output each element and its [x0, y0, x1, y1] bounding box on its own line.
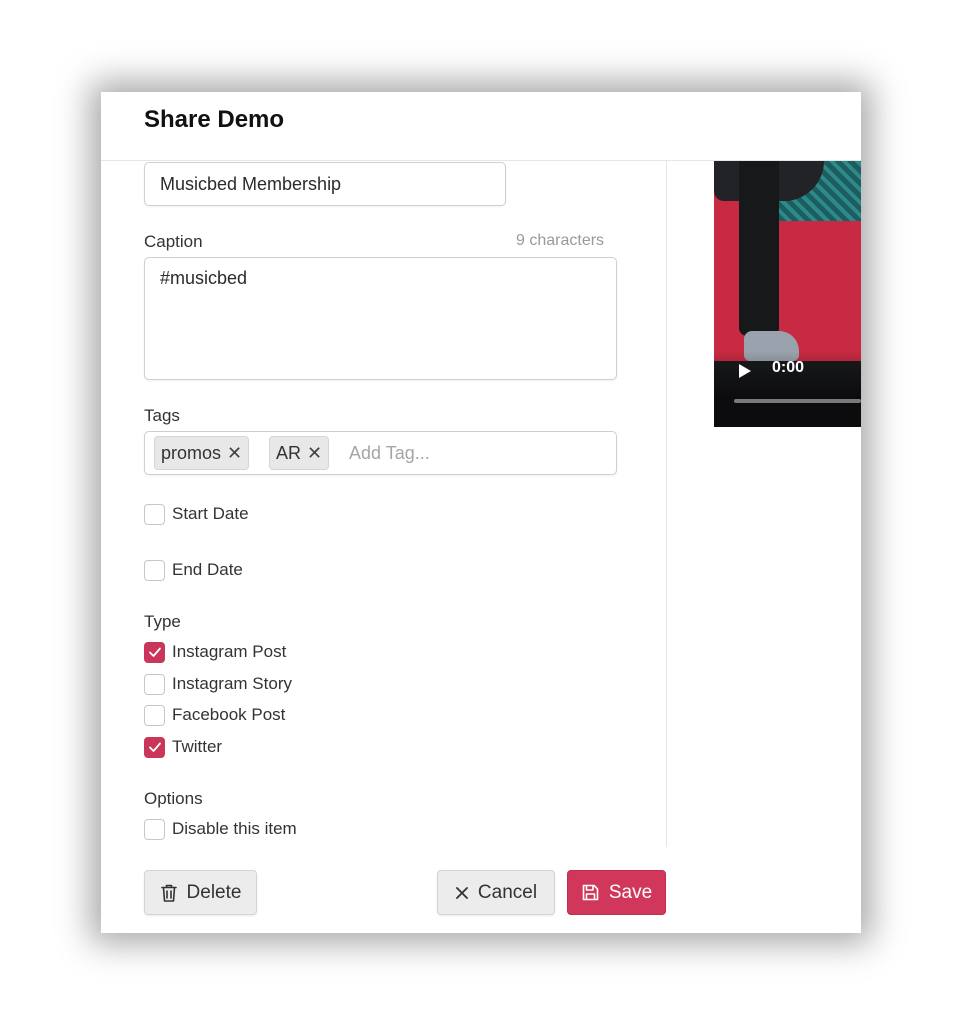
instagram-story-label: Instagram Story [172, 674, 292, 693]
tag-chip-label: AR [276, 443, 302, 463]
video-preview[interactable]: 0:00 [714, 161, 861, 427]
delete-button[interactable]: Delete [144, 870, 257, 915]
type-label: Type [144, 612, 181, 631]
end-date-label: End Date [172, 560, 243, 579]
facebook-post-label: Facebook Post [172, 705, 286, 724]
close-icon [455, 886, 469, 900]
column-divider [666, 161, 667, 847]
checkmark-icon [148, 647, 161, 657]
tags-label: Tags [144, 406, 180, 425]
tag-chip-label: promos [161, 443, 222, 463]
options-label: Options [144, 789, 203, 808]
start-date-option[interactable]: Start Date [144, 502, 249, 526]
tag-chip-ar: AR ✕ [269, 436, 330, 470]
video-time: 0:00 [772, 359, 805, 376]
caption-label: Caption [144, 232, 203, 251]
delete-button-label: Delete [186, 881, 242, 903]
start-date-label: Start Date [172, 504, 249, 523]
dialog-title: Share Demo [144, 106, 285, 133]
end-date-checkbox[interactable] [144, 559, 165, 581]
play-icon[interactable] [738, 363, 752, 379]
disable-item-option[interactable]: Disable this item [144, 817, 297, 841]
caption-character-count: 9 characters [516, 232, 605, 249]
dialog-header: Share Demo [101, 92, 861, 161]
floppy-disk-icon [581, 883, 600, 902]
twitter-checkbox[interactable] [144, 736, 165, 758]
cancel-button-label: Cancel [477, 881, 538, 903]
checkmark-icon [148, 742, 161, 752]
save-button[interactable]: Save [567, 870, 666, 915]
share-demo-dialog: Share Demo Musicbed Membership Caption 9… [101, 92, 861, 933]
tags-input[interactable]: promos ✕ AR ✕ Add Tag... [144, 431, 617, 475]
add-tag-placeholder[interactable]: Add Tag... [349, 443, 430, 464]
type-option-facebook-post[interactable]: Facebook Post [144, 703, 285, 727]
save-button-label: Save [608, 881, 653, 903]
cancel-button[interactable]: Cancel [437, 870, 555, 915]
facebook-post-checkbox[interactable] [144, 704, 165, 726]
instagram-post-checkbox[interactable] [144, 641, 165, 663]
instagram-story-checkbox[interactable] [144, 673, 165, 695]
caption-textarea[interactable]: #musicbed [144, 257, 617, 380]
title-input[interactable]: Musicbed Membership [144, 162, 506, 206]
video-frame-leg [739, 161, 779, 336]
instagram-post-label: Instagram Post [172, 642, 287, 661]
twitter-label: Twitter [172, 737, 223, 756]
close-icon[interactable]: ✕ [307, 443, 322, 463]
tag-chip-promos: promos ✕ [154, 436, 250, 470]
disable-item-label: Disable this item [172, 819, 297, 838]
type-option-twitter[interactable]: Twitter [144, 735, 222, 759]
disable-item-checkbox[interactable] [144, 818, 165, 840]
close-icon[interactable]: ✕ [227, 443, 242, 463]
video-progress-bar[interactable] [734, 399, 861, 403]
type-option-instagram-story[interactable]: Instagram Story [144, 672, 292, 696]
type-option-instagram-post[interactable]: Instagram Post [144, 640, 286, 664]
trash-icon [160, 883, 178, 903]
end-date-option[interactable]: End Date [144, 558, 243, 582]
start-date-checkbox[interactable] [144, 503, 165, 525]
